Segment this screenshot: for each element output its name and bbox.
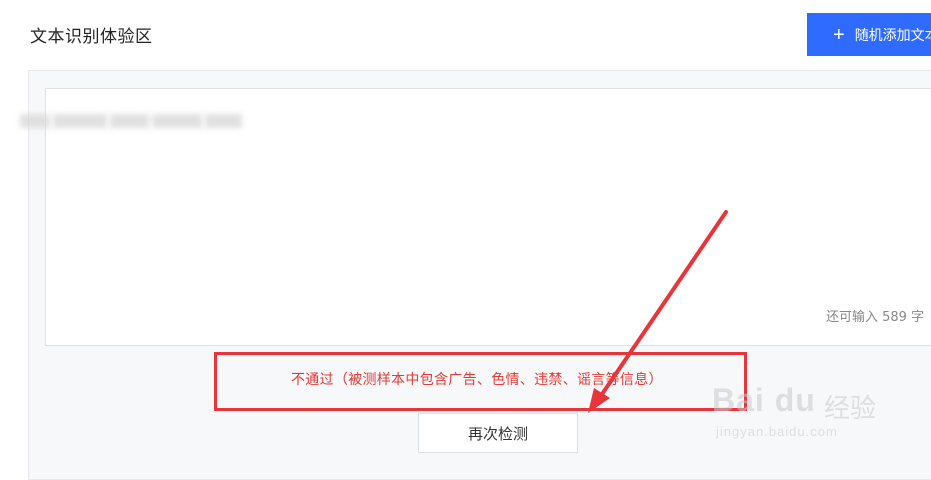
page-title: 文本识别体验区 bbox=[30, 27, 153, 47]
blurred-sample-text bbox=[20, 112, 245, 130]
random-add-text-button[interactable]: + 随机添加文本 bbox=[807, 13, 931, 56]
random-add-text-label: 随机添加文本 bbox=[854, 26, 931, 43]
recheck-button[interactable]: 再次检测 bbox=[418, 413, 578, 453]
remaining-char-count: 还可输入 589 字 bbox=[826, 310, 925, 325]
detection-result-message: 不通过（被测样本中包含广告、色情、违禁、谣言等信息） bbox=[291, 372, 663, 388]
plus-icon: + bbox=[833, 23, 845, 46]
